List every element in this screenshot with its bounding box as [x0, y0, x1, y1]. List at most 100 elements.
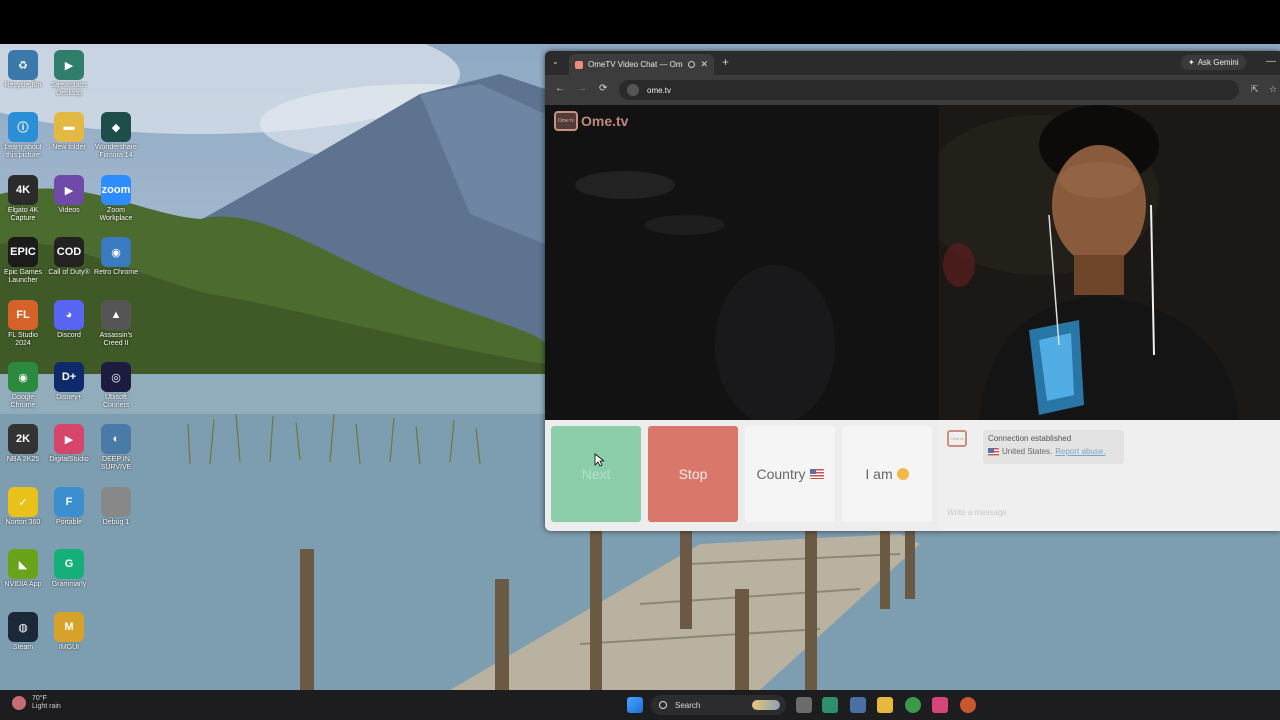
desktop-icon-retro-chrome[interactable]: ◉ Retro Chrome [93, 237, 139, 277]
country-filter-button[interactable]: Country [745, 426, 835, 522]
chat-panel: Ome tv Connection established United Sta… [939, 420, 1280, 531]
task-view-icon[interactable] [796, 697, 812, 713]
weather-widget[interactable]: 70°F Light rain [12, 695, 61, 711]
desktop-icon-label: Grammarly [51, 581, 87, 588]
app-icon: ◉ [8, 362, 38, 392]
desktop-icon-label: Wondershare Filmora 14 [95, 144, 137, 159]
ometv-favicon-icon [575, 60, 583, 69]
desktop-icon-deep-in-survive[interactable]: ◐ DEEP IN SURVIVE [93, 424, 139, 472]
app-icon: EPIC [8, 237, 38, 267]
taskbar-search[interactable]: Search [651, 695, 786, 715]
message-country-line: United States. Report abuse. [988, 447, 1119, 456]
desktop-icon-label: New folder [52, 144, 86, 151]
desktop-icon-imgui[interactable]: M IMGUI [46, 612, 92, 652]
taskbar: 70°F Light rain Search [0, 690, 1280, 720]
site-info-icon[interactable] [627, 84, 639, 96]
tab-ometv[interactable]: OmeTV Video Chat — Ome ✕ [569, 54, 714, 75]
chrome-taskbar-icon[interactable] [905, 697, 921, 713]
desktop-icon-norton-360[interactable]: ✓ Norton 360 [0, 487, 46, 527]
app-icon: ▶ [54, 424, 84, 454]
ometv-page: Ome tv Ome.tv Next Stop Country I am Ome… [545, 105, 1280, 531]
tab-search-icon[interactable]: ⌄ [552, 57, 559, 66]
next-button[interactable]: Next [551, 426, 641, 522]
search-highlight-icon [752, 700, 780, 710]
streamlabs-taskbar-icon[interactable] [822, 697, 838, 713]
reload-button[interactable]: ⟳ [599, 83, 607, 94]
weather-condition: Light rain [32, 703, 61, 710]
desktop-icon-digitalstudio[interactable]: ▶ DigitalStudio [46, 424, 92, 464]
desktop-icon-nvidia-app[interactable]: ◣ NVIDIA App [0, 549, 46, 589]
url-text: ome.tv [647, 85, 672, 95]
app-icon: ◎ [101, 362, 131, 392]
app-icon: zoom [101, 175, 131, 205]
desktop-icon-label: Portable [55, 519, 83, 526]
chat-controls: Next Stop Country I am [545, 420, 939, 531]
stop-button[interactable]: Stop [648, 426, 738, 522]
file-explorer-icon[interactable] [877, 697, 893, 713]
desktop-icon-label: Norton 360 [5, 519, 41, 526]
app-icon: ◍ [8, 612, 38, 642]
desktop-icon-epic-games-launcher[interactable]: EPIC Epic Games Launcher [0, 237, 46, 285]
desktop-icon-fl-studio-2024[interactable]: FL FL Studio 2024 [0, 300, 46, 348]
windows-start-icon[interactable] [627, 697, 643, 713]
desktop-icon-google-chrome[interactable]: ◉ Google Chrome [0, 362, 46, 410]
chat-message-input[interactable]: Write a message [947, 508, 1007, 517]
desktop-icon-recycle-bin[interactable]: ♻ Recycle Bin [0, 50, 46, 90]
desktop-icon-ubisoft-connect[interactable]: ◎ Ubisoft Connect [93, 362, 139, 410]
desktop-icon-label: FL Studio 2024 [8, 332, 38, 347]
install-app-icon[interactable]: ⇱ [1251, 84, 1259, 95]
tab-close-icon[interactable]: ✕ [700, 59, 708, 70]
desktop-icon-steam[interactable]: ◍ Steam [0, 612, 46, 652]
next-label: Next [581, 466, 611, 482]
instagram-taskbar-icon[interactable] [932, 697, 948, 713]
desktop-icon-streamlabs-desktop[interactable]: ▶ Streamlabs Desktop [46, 50, 92, 98]
desktop-icon-label: Recycle Bin [4, 82, 42, 89]
desktop-icon-label: IMGUI [58, 644, 80, 651]
desktop-icon-call-of-duty[interactable]: COD Call of Duty® [46, 237, 92, 277]
forward-button[interactable]: → [577, 83, 587, 94]
desktop-icon-new-folder[interactable]: ▬ New folder [46, 112, 92, 152]
desktop-icon-learn-about-this-picture[interactable]: ⓘ Learn about this picture [0, 112, 46, 160]
desktop-icon-label: DEEP IN SURVIVE [100, 456, 132, 471]
tab-title: OmeTV Video Chat — Ome [588, 60, 684, 69]
desktop-icon-label: Streamlabs Desktop [51, 82, 87, 97]
desktop-icon-disney[interactable]: D+ Disney+ [46, 362, 92, 402]
gender-select-button[interactable]: I am [842, 426, 932, 522]
app-taskbar-icon[interactable] [850, 697, 866, 713]
desktop-icon-portable[interactable]: F Portable [46, 487, 92, 527]
report-abuse-link[interactable]: Report abuse. [1055, 447, 1105, 456]
desktop-icon-assassin-s-creed-ii[interactable]: ▲ Assassin's Creed II [93, 300, 139, 348]
weather-temperature: 70°F [32, 695, 47, 702]
back-button[interactable]: ← [555, 83, 565, 94]
app-icon: ⓘ [8, 112, 38, 142]
app-icon: G [54, 549, 84, 579]
desktop-icon-label: Assassin's Creed II [99, 332, 133, 347]
desktop-icon-videos[interactable]: ▶ Videos [46, 175, 92, 215]
ask-gemini-button[interactable]: ✦ Ask Gemini [1181, 55, 1246, 70]
system-message: Connection established United States. Re… [983, 430, 1124, 464]
desktop-icon-wondershare-filmora-14[interactable]: ◆ Wondershare Filmora 14 [93, 112, 139, 160]
desktop-icon-debug-1[interactable]: Debug 1 [93, 487, 139, 527]
desktop-icon-label: Google Chrome [10, 394, 36, 409]
desktop-icon-discord[interactable]: ◕ Discord [46, 300, 92, 340]
chrome-active-taskbar-icon[interactable] [960, 697, 976, 713]
us-flag-icon [988, 447, 999, 456]
bookmark-star-icon[interactable]: ☆ [1269, 84, 1277, 95]
app-icon: ◕ [54, 300, 84, 330]
desktop-icon-zoom-workplace[interactable]: zoom Zoom Workplace [93, 175, 139, 223]
app-icon: 4K [8, 175, 38, 205]
desktop-icon-grammarly[interactable]: G Grammarly [46, 549, 92, 589]
minimize-button[interactable]: — [1266, 56, 1276, 67]
search-icon [659, 701, 667, 709]
new-tab-button[interactable]: + [722, 55, 729, 69]
desktop-icon-elgato-4k-capture[interactable]: 4K Elgato 4K Capture [0, 175, 46, 223]
app-icon: ▶ [54, 175, 84, 205]
app-icon: ▬ [54, 112, 84, 142]
address-bar[interactable]: ome.tv [619, 80, 1239, 100]
desktop-icon-label: Zoom Workplace [99, 207, 133, 222]
logo-text: Ome.tv [581, 113, 629, 129]
desktop-icon-nba-2k25[interactable]: 2K NBA 2K25 [0, 424, 46, 464]
app-icon: M [54, 612, 84, 642]
stop-label: Stop [678, 466, 708, 482]
message-country: United States. [1002, 447, 1053, 456]
